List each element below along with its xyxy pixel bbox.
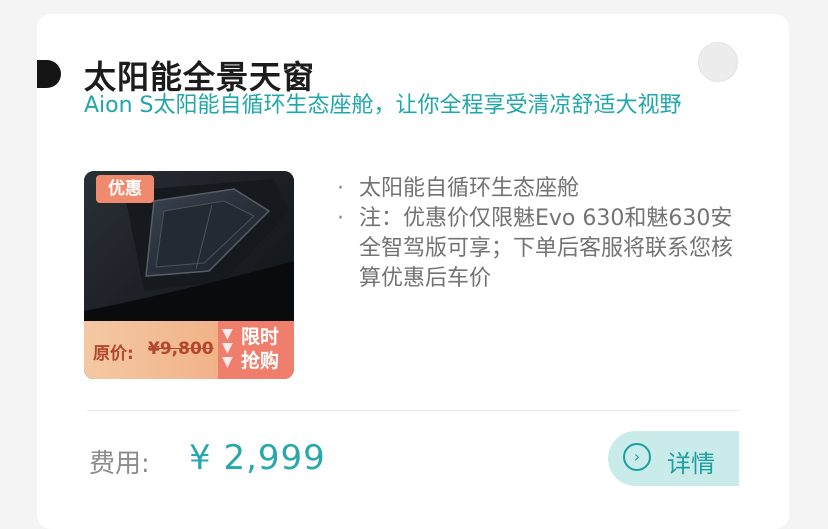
bullet-icon: · <box>337 206 344 231</box>
flash-sale-tag: ▼ ▼ ▼ 限时抢购 <box>218 321 294 379</box>
detail-button-label: 详情 <box>667 450 715 478</box>
flash-sale-label: 限时抢购 <box>241 326 280 372</box>
promo-badge: 优惠 <box>96 175 154 203</box>
title-marker <box>37 60 61 88</box>
divider <box>87 410 740 411</box>
feature-text: 太阳能自循环生态座舱 <box>359 176 580 201</box>
feature-item: · 太阳能自循环生态座舱 <box>337 174 737 204</box>
select-circle-icon[interactable] <box>698 42 738 82</box>
original-price-label: 原价: <box>93 344 134 364</box>
feature-text: 注：优惠价仅限魅Evo 630和魅630安全智驾版可享；下单后客服将联系您核算优… <box>359 206 734 291</box>
product-card: 太阳能全景天窗 Aion S太阳能自循环生态座舱，让你全程享受清凉舒适大视野 优… <box>37 14 789 529</box>
product-subtitle: Aion S太阳能自循环生态座舱，让你全程享受清凉舒适大视野 <box>84 93 682 118</box>
bullet-icon: · <box>337 176 344 201</box>
original-price: ¥9,800 <box>148 339 214 359</box>
chevron-right-circle-icon: › <box>623 443 651 471</box>
feature-list: · 太阳能自循环生态座舱 · 注：优惠价仅限魅Evo 630和魅630安全智驾版… <box>337 174 737 294</box>
product-image[interactable]: 优惠 原价: ¥9,800 ▼ ▼ ▼ 限时抢购 <box>84 171 294 379</box>
detail-button[interactable]: › 详情 <box>608 431 739 486</box>
fee-amount: ¥ 2,999 <box>189 438 326 478</box>
feature-item: · 注：优惠价仅限魅Evo 630和魅630安全智驾版可享；下单后客服将联系您核… <box>337 204 737 294</box>
down-arrows-icon: ▼ ▼ ▼ <box>222 326 233 370</box>
fee-label: 费用: <box>89 449 150 479</box>
price-strip: 原价: ¥9,800 ▼ ▼ ▼ 限时抢购 <box>84 321 294 379</box>
